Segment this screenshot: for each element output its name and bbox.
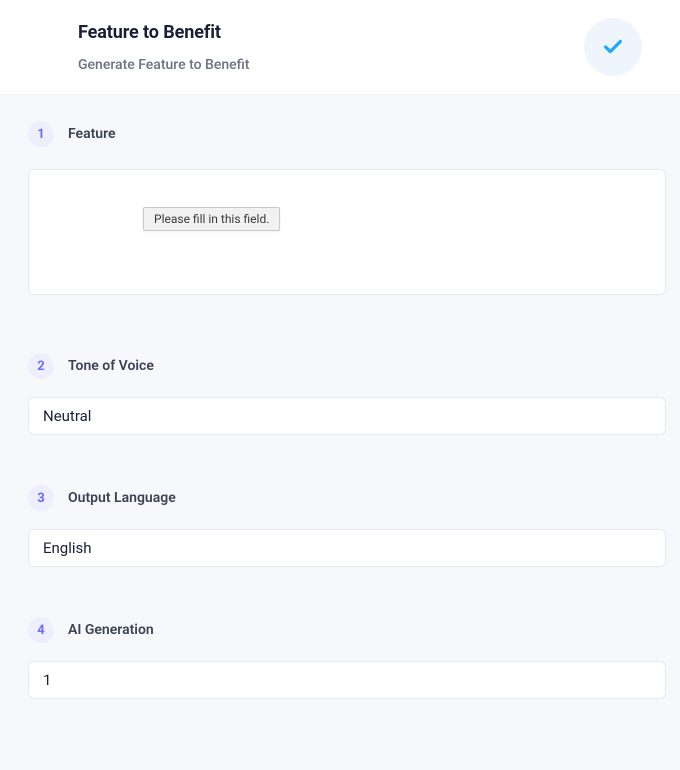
field-label-row: 3 Output Language [28,485,666,511]
field-label-row: 2 Tone of Voice [28,353,666,379]
language-input[interactable] [28,529,666,567]
step-number-badge: 2 [28,353,54,379]
field-group-tone: 2 Tone of Voice [28,353,666,435]
feature-textarea-wrapper: Please fill in this field. [28,169,666,299]
field-label-row: 1 Feature [28,121,666,147]
page-subtitle: Generate Feature to Benefit [78,57,249,73]
field-group-ai-generation: 4 AI Generation [28,617,666,699]
step-number-badge: 3 [28,485,54,511]
page-header: Feature to Benefit Generate Feature to B… [0,0,680,95]
header-text-block: Feature to Benefit Generate Feature to B… [78,22,249,73]
page-title: Feature to Benefit [78,22,249,43]
form-content: 1 Feature Please fill in this field. 2 T… [0,95,680,699]
field-group-feature: 1 Feature Please fill in this field. [28,121,666,299]
field-label-row: 4 AI Generation [28,617,666,643]
field-label-feature: Feature [68,126,116,142]
step-number-badge: 4 [28,617,54,643]
ai-generation-input[interactable] [28,661,666,699]
tone-input[interactable] [28,397,666,435]
step-number-badge: 1 [28,121,54,147]
field-label-tone: Tone of Voice [68,358,154,374]
header-icon-badge [584,18,642,76]
field-label-ai-generation: AI Generation [68,622,154,638]
validation-tooltip: Please fill in this field. [143,207,280,231]
field-label-language: Output Language [68,490,176,506]
field-group-language: 3 Output Language [28,485,666,567]
check-icon [602,36,624,58]
feature-textarea[interactable] [28,169,666,295]
